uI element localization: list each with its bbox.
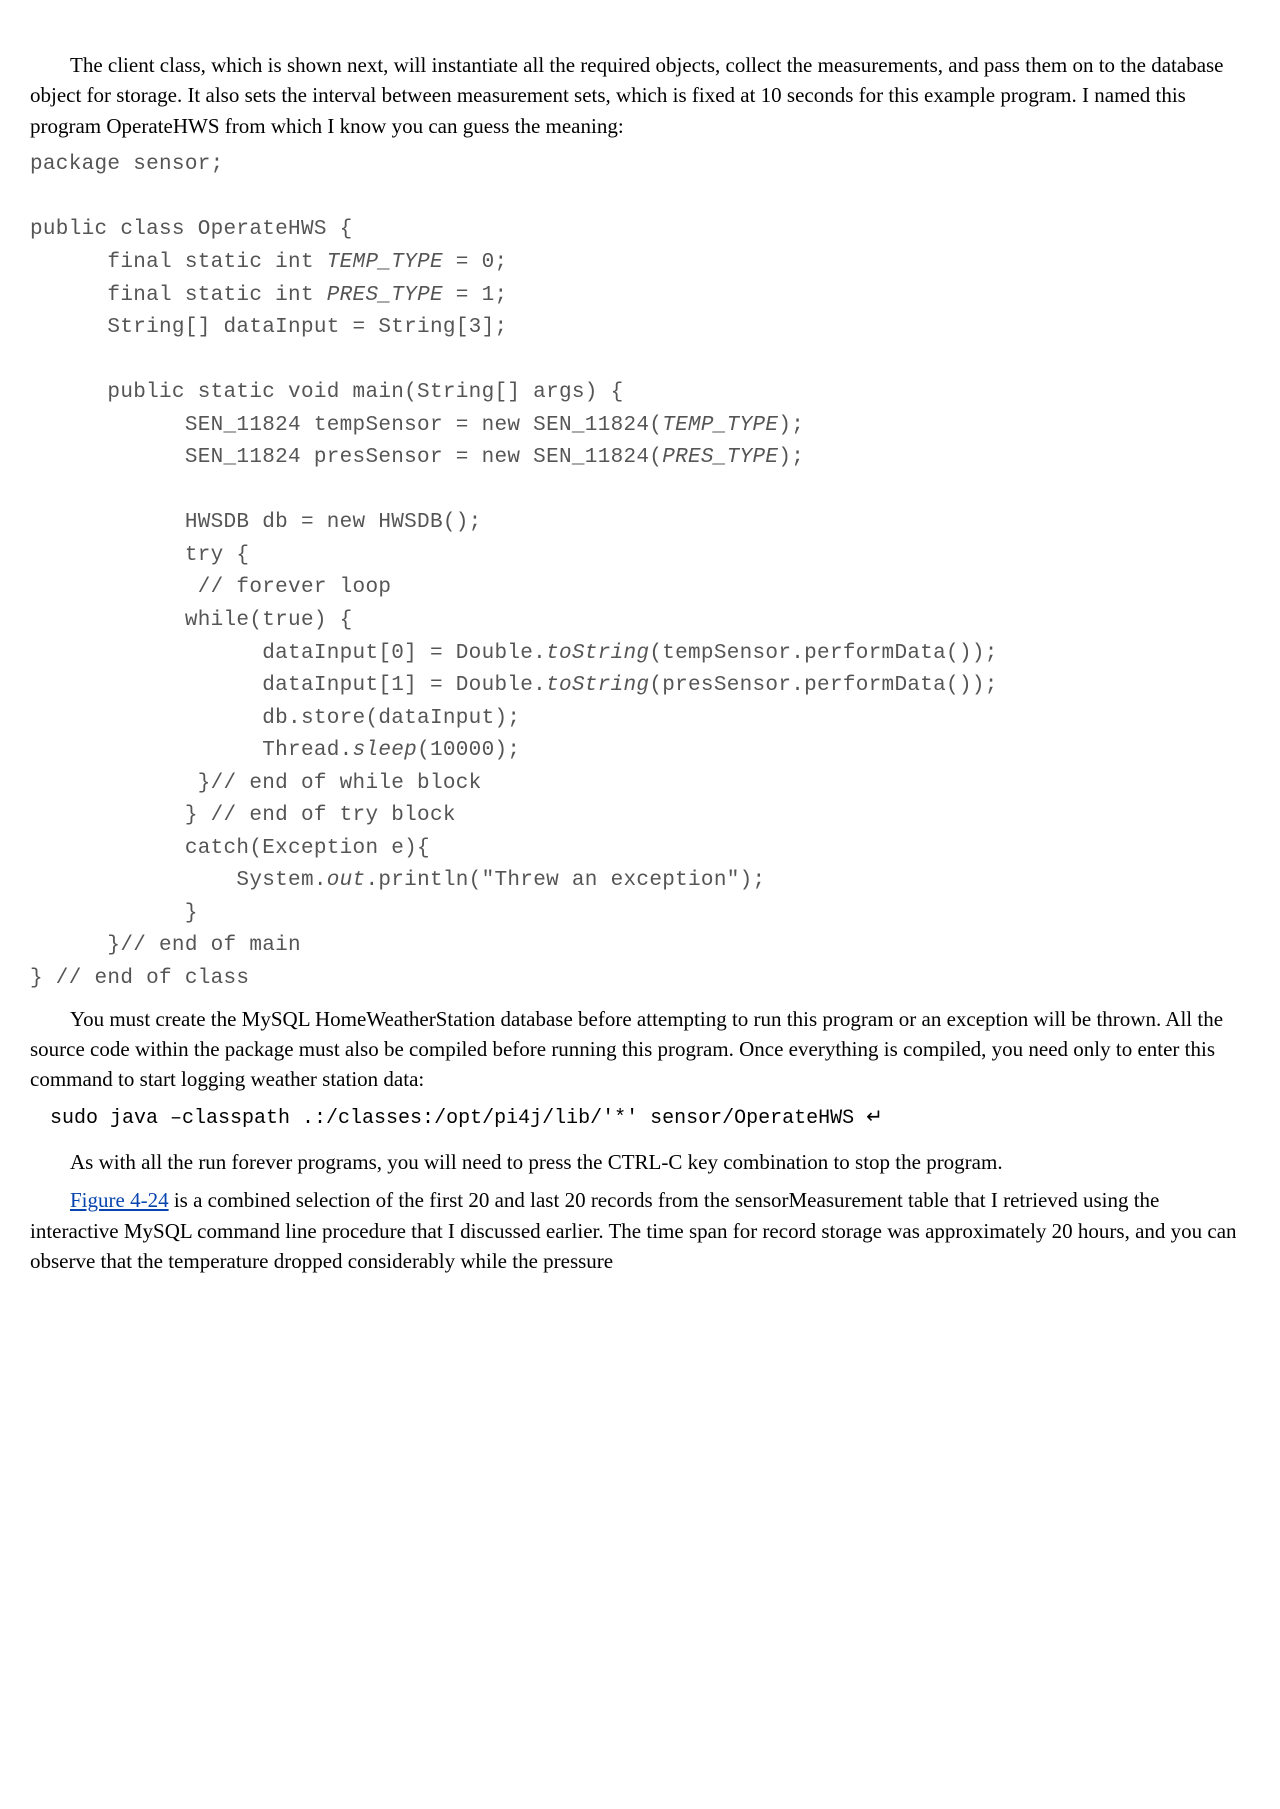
figure-4-24-link[interactable]: Figure 4-24 <box>70 1188 169 1212</box>
return-symbol-icon: ↵ <box>866 1106 883 1128</box>
paragraph-intro: The client class, which is shown next, w… <box>30 50 1250 141</box>
paragraph-ctrlc: As with all the run forever programs, yo… <box>30 1147 1250 1177</box>
code-listing-operatehws: package sensor; public class OperateHWS … <box>30 149 1250 995</box>
paragraph-figure-ref: Figure 4-24 is a combined selection of t… <box>30 1185 1250 1276</box>
paragraph-compile-note: You must create the MySQL HomeWeatherSta… <box>30 1004 1250 1095</box>
ctrl-c-label: CTRL-C <box>608 1150 683 1174</box>
command-line: sudo java –classpath .:/classes:/opt/pi4… <box>50 1103 1250 1133</box>
